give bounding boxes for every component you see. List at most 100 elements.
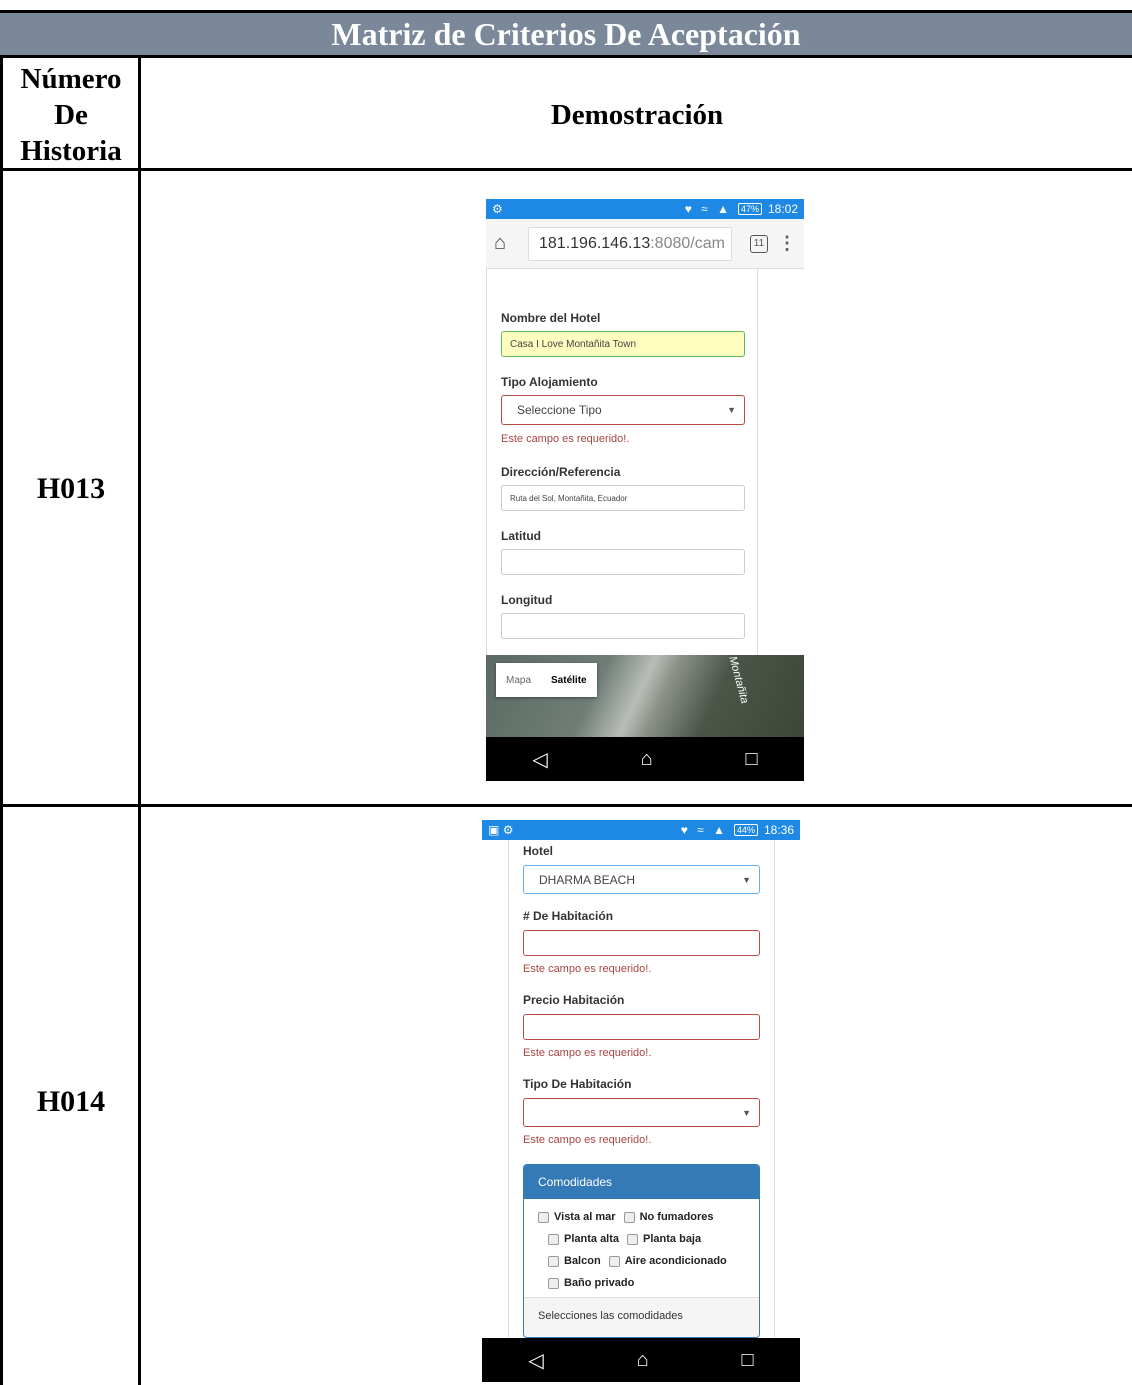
hotel-value: DHARMA BEACH — [539, 872, 636, 887]
amenity-bano-privado: Baño privado — [564, 1277, 635, 1289]
room-number-label: # De Habitación — [523, 909, 614, 923]
notification-icon: ⚙ — [502, 823, 514, 837]
amenities-row-2: Planta alta Planta baja — [548, 1233, 701, 1245]
satellite-map[interactable]: Mapa Satélite Montañita — [486, 655, 804, 737]
hotel-name-input[interactable]: Casa I Love Montañita Town — [501, 331, 745, 357]
back-icon[interactable]: ◁ — [528, 1348, 543, 1373]
signal-icons: ♥ ≈ ▲ — [680, 823, 728, 837]
status-bar: ▣ ⚙ ♥ ≈ ▲ 44% 18:36 — [482, 820, 800, 840]
form-left-border — [508, 840, 509, 1338]
story-id-h014: H014 — [36, 1085, 106, 1118]
battery-indicator: 44% — [733, 824, 758, 836]
story-id-h013: H013 — [36, 472, 106, 505]
amenity-planta-alta: Planta alta — [564, 1233, 620, 1245]
checkbox-icon[interactable] — [548, 1233, 559, 1245]
amenities-title: Comodidades — [524, 1165, 759, 1199]
checkbox-icon[interactable] — [548, 1255, 559, 1267]
room-price-error: Este campo es requerido!. — [523, 1047, 652, 1059]
status-bar: ⚙ ♥ ≈ ▲ 47% 18:02 — [486, 199, 804, 219]
room-price-label: Precio Habitación — [523, 993, 625, 1007]
room-price-input[interactable] — [523, 1014, 760, 1040]
hotel-name-value: Casa I Love Montañita Town — [510, 338, 637, 350]
matrix-title: Matriz de Criterios De Aceptación — [0, 10, 1132, 58]
header-demonstration: Demostración — [550, 98, 724, 131]
hotel-label: Hotel — [523, 844, 553, 858]
hotel-form: Nombre del Hotel Casa I Love Montañita T… — [486, 269, 804, 655]
phone-screenshot-h013: ⚙ ♥ ≈ ▲ 47% 18:02 ⌂ 181.196.146.13:8080/… — [486, 199, 804, 781]
caret-down-icon: ▼ — [727, 405, 736, 415]
form-side-border — [774, 840, 775, 1338]
browser-address-bar: ⌂ 181.196.146.13:8080/cam 11 ⋮ — [486, 219, 804, 269]
checkbox-icon[interactable] — [538, 1211, 549, 1223]
home-nav-icon[interactable]: ⌂ — [637, 1349, 649, 1372]
room-type-select[interactable]: ▼ — [523, 1098, 760, 1127]
amenity-aire-acondicionado: Aire acondicionado — [624, 1255, 727, 1267]
phone-screenshot-h014: ▣ ⚙ ♥ ≈ ▲ 44% 18:36 Hotel DHARMA BEACH ▼… — [482, 820, 800, 1382]
hotel-name-label: Nombre del Hotel — [501, 311, 601, 325]
recents-icon[interactable]: □ — [741, 1349, 753, 1372]
acceptance-criteria-matrix: Matriz de Criterios De Aceptación Número… — [0, 0, 1132, 1385]
room-type-label: Tipo De Habitación — [523, 1077, 632, 1091]
table-left-border — [0, 58, 3, 1385]
form-side-border — [757, 269, 758, 655]
amenity-no-fumadores: No fumadores — [639, 1211, 714, 1223]
header-number-line-3: Historia — [20, 135, 122, 167]
longitud-input[interactable] — [501, 613, 745, 639]
status-time: 18:02 — [767, 202, 798, 216]
amenities-row-1: Vista al mar No fumadores — [538, 1211, 714, 1223]
home-icon[interactable]: ⌂ — [494, 232, 520, 255]
map-tab-mapa[interactable]: Mapa — [496, 675, 541, 686]
checkbox-icon[interactable] — [623, 1211, 635, 1223]
amenities-footer: Selecciones las comodidades — [524, 1297, 759, 1337]
android-nav-bar: ◁ ⌂ □ — [486, 737, 804, 781]
map-tab-satelite[interactable]: Satélite — [541, 675, 597, 686]
map-place-label: Montañita — [726, 655, 751, 705]
battery-indicator: 47% — [737, 203, 762, 215]
room-type-error: Este campo es requerido!. — [523, 1134, 652, 1146]
amenity-vista-al-mar: Vista al mar — [554, 1211, 616, 1223]
signal-icons: ♥ ≈ ▲ — [684, 202, 732, 216]
form-left-border — [486, 269, 487, 655]
tipo-alojamiento-label: Tipo Alojamiento — [501, 375, 598, 389]
amenities-row-3: Balcon Aire acondicionado — [548, 1255, 727, 1267]
caret-down-icon: ▼ — [742, 1107, 751, 1118]
longitud-label: Longitud — [501, 593, 553, 607]
amenity-balcon: Balcon — [564, 1255, 601, 1267]
direccion-value: Ruta del Sol, Montañita, Ecuador — [510, 493, 628, 503]
latitud-label: Latitud — [501, 529, 541, 543]
latitud-input[interactable] — [501, 549, 745, 575]
caret-down-icon: ▼ — [742, 874, 751, 885]
amenity-planta-baja: Planta baja — [643, 1233, 702, 1245]
room-number-input[interactable] — [523, 930, 760, 956]
header-story-number: Número De Historia — [4, 62, 138, 168]
menu-icon[interactable]: ⋮ — [778, 233, 796, 254]
checkbox-icon[interactable] — [608, 1255, 620, 1267]
header-number-line-2: De — [54, 99, 88, 131]
tabs-icon[interactable]: 11 — [750, 234, 768, 253]
room-form: Hotel DHARMA BEACH ▼ # De Habitación Est… — [482, 840, 800, 1338]
tipo-alojamiento-value: Seleccione Tipo — [517, 403, 602, 417]
amenities-row-4: Baño privado — [548, 1277, 634, 1289]
checkbox-icon[interactable] — [627, 1233, 639, 1245]
direccion-input[interactable]: Ruta del Sol, Montañita, Ecuador — [501, 485, 745, 511]
status-time: 18:36 — [763, 823, 794, 837]
notification-icon: ⚙ — [492, 202, 503, 216]
amenities-panel: Comodidades Vista al mar No fumadores Pl… — [523, 1164, 760, 1338]
table-column-divider — [138, 58, 141, 1385]
url-host: 181.196.146.13 — [539, 234, 651, 252]
checkbox-icon[interactable] — [548, 1277, 559, 1289]
row-divider — [0, 804, 1132, 807]
direccion-label: Dirección/Referencia — [501, 465, 621, 479]
android-nav-bar: ◁ ⌂ □ — [482, 1338, 800, 1382]
recents-icon[interactable]: □ — [745, 748, 757, 771]
home-nav-icon[interactable]: ⌂ — [641, 748, 653, 771]
header-bottom-border — [0, 168, 1132, 171]
screenshot-icon: ▣ — [488, 823, 500, 837]
url-field[interactable]: 181.196.146.13:8080/cam — [528, 226, 732, 261]
back-icon[interactable]: ◁ — [532, 747, 547, 772]
map-type-control: Mapa Satélite — [496, 663, 597, 697]
tipo-alojamiento-error: Este campo es requerido!. — [501, 433, 630, 445]
hotel-select[interactable]: DHARMA BEACH ▼ — [523, 865, 760, 894]
tipo-alojamiento-select[interactable]: Seleccione Tipo ▼ — [501, 395, 745, 425]
url-path: :8080/cam — [650, 234, 725, 252]
